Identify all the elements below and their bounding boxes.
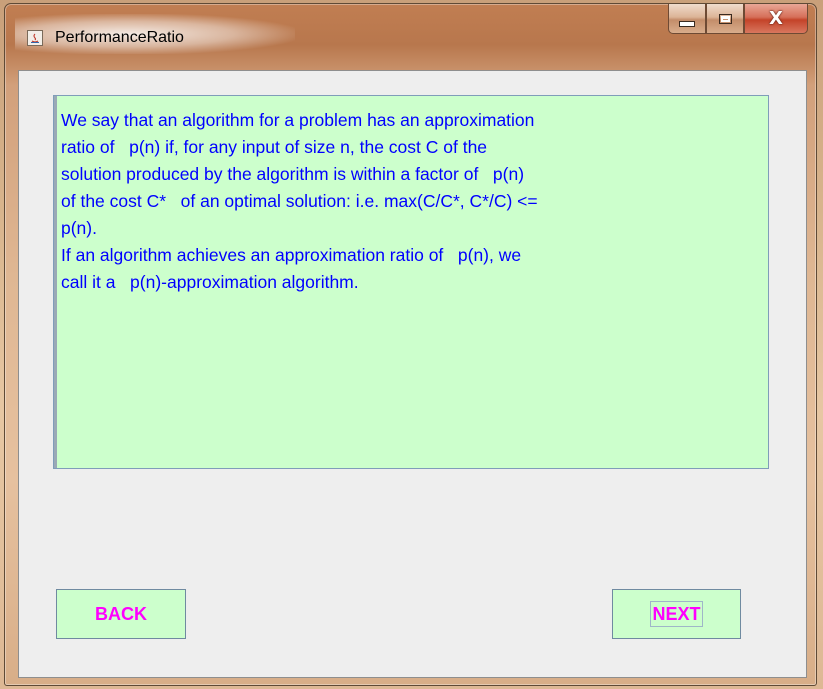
java-app-icon[interactable] — [27, 30, 43, 46]
back-button-label: BACK — [95, 603, 147, 624]
maximize-icon — [718, 13, 732, 24]
maximize-button[interactable] — [706, 4, 744, 34]
next-button-label: NEXT — [650, 601, 703, 627]
back-button[interactable]: BACK — [56, 589, 186, 639]
description-text-area[interactable]: We say that an algorithm for a problem h… — [53, 95, 769, 469]
minimize-button[interactable] — [668, 4, 706, 34]
next-button[interactable]: NEXT — [612, 589, 741, 639]
app-window: PerformanceRatio X We say that an algori… — [4, 3, 817, 686]
minimize-icon — [679, 20, 695, 27]
window-title: PerformanceRatio — [55, 29, 184, 46]
client-area: We say that an algorithm for a problem h… — [18, 70, 807, 678]
caption-buttons: X — [668, 4, 808, 34]
close-icon: X — [769, 7, 783, 29]
title-bar[interactable]: PerformanceRatio X — [5, 4, 816, 62]
description-text: We say that an algorithm for a problem h… — [61, 110, 538, 292]
close-button[interactable]: X — [744, 4, 808, 34]
